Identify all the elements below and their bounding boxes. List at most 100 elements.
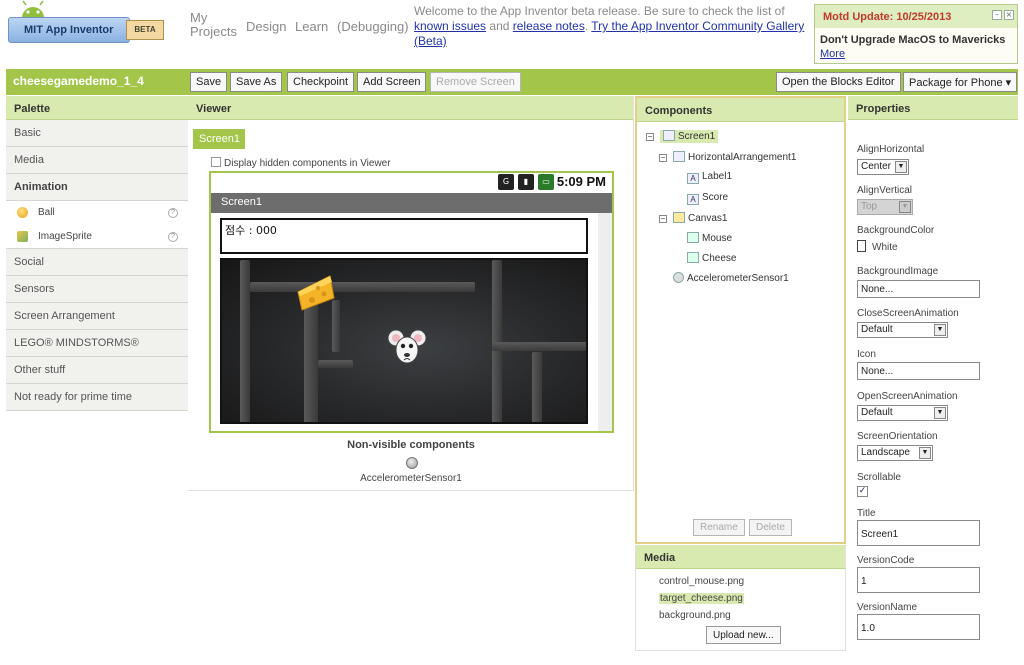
- tree-node-score[interactable]: A Score: [687, 192, 728, 205]
- background-image-label: BackgroundImage: [857, 266, 939, 277]
- battery-icon: ▭: [538, 174, 554, 190]
- scrollable-checkbox[interactable]: ✓: [857, 486, 868, 497]
- align-vertical-select[interactable]: Top ▼: [857, 199, 913, 215]
- collapse-icon[interactable]: −: [646, 133, 654, 141]
- palette-category-media[interactable]: Media: [6, 147, 188, 174]
- palette-category-sensors[interactable]: Sensors: [6, 276, 188, 303]
- motd-controls: – ×: [990, 7, 1014, 20]
- remove-screen-button[interactable]: Remove Screen: [430, 72, 521, 92]
- palette-category-basic[interactable]: Basic: [6, 120, 188, 147]
- media-title: Media: [636, 545, 845, 569]
- color-swatch[interactable]: [857, 240, 866, 252]
- phone-scrollbar: [598, 213, 612, 431]
- rename-button[interactable]: Rename: [693, 519, 745, 536]
- tree-node-horizontal-arrangement[interactable]: − HorizontalArrangement1: [659, 151, 796, 163]
- open-blocks-editor-button[interactable]: Open the Blocks Editor: [776, 72, 901, 92]
- palette-category-animation[interactable]: Animation: [6, 174, 188, 201]
- add-screen-button[interactable]: Add Screen: [357, 72, 427, 92]
- checkbox-icon[interactable]: [211, 157, 221, 167]
- close-animation-select[interactable]: Default ▼: [857, 322, 948, 338]
- icon-label: Icon: [857, 349, 876, 360]
- help-icon[interactable]: ?: [168, 232, 178, 242]
- app-inventor-logo[interactable]: MIT App Inventor BETA: [4, 0, 164, 50]
- save-as-button[interactable]: Save As: [230, 72, 283, 92]
- collapse-icon[interactable]: −: [659, 154, 667, 162]
- background-color-value[interactable]: White: [872, 242, 898, 253]
- palette-category-not-ready[interactable]: Not ready for prime time: [6, 384, 188, 411]
- canvas-icon: [673, 212, 685, 223]
- chevron-down-icon: ▼: [919, 447, 931, 459]
- palette-category-other[interactable]: Other stuff: [6, 357, 188, 384]
- media-file[interactable]: control_mouse.png: [659, 576, 744, 587]
- tree-node-screen1[interactable]: − Screen1: [646, 130, 719, 143]
- tree-node-canvas1[interactable]: − Canvas1: [659, 212, 727, 224]
- motd-more-link[interactable]: More: [820, 48, 845, 60]
- release-notes-link[interactable]: release notes: [513, 19, 585, 33]
- ball-icon: [17, 207, 28, 218]
- palette-panel: Palette Basic Media Animation Ball ? Ima…: [6, 96, 188, 424]
- package-for-phone-button[interactable]: Package for Phone ▾: [903, 72, 1018, 92]
- known-issues-link[interactable]: known issues: [414, 19, 486, 33]
- background-image-field[interactable]: None...: [857, 280, 980, 298]
- checkpoint-button[interactable]: Checkpoint: [287, 72, 355, 92]
- media-file[interactable]: target_cheese.png: [659, 593, 744, 604]
- phone-title-bar: Screen1: [211, 193, 612, 213]
- maze-wall: [492, 342, 586, 351]
- properties-panel: Properties AlignHorizontal Center ▼ Align…: [848, 96, 1018, 661]
- display-hidden-checkbox[interactable]: Display hidden components in Viewer: [211, 157, 391, 169]
- nonvisible-components-title: Non-visible components: [347, 439, 475, 451]
- mouse-sprite-icon[interactable]: [386, 326, 428, 368]
- media-file[interactable]: background.png: [659, 610, 731, 621]
- version-name-label: VersionName: [857, 602, 918, 613]
- tree-node-mouse[interactable]: Mouse: [687, 232, 732, 244]
- label-icon: A: [687, 173, 699, 184]
- version-code-field[interactable]: 1: [857, 567, 980, 593]
- palette-category-social[interactable]: Social: [6, 249, 188, 276]
- screen-orientation-select[interactable]: Landscape ▼: [857, 445, 933, 461]
- upload-new-button[interactable]: Upload new...: [706, 626, 781, 644]
- chevron-down-icon: ▼: [934, 407, 946, 419]
- palette-category-lego[interactable]: LEGO® MINDSTORMS®: [6, 330, 188, 357]
- palette-category-screen-arrangement[interactable]: Screen Arrangement: [6, 303, 188, 330]
- motd-title: Motd Update: 10/25/2013: [815, 5, 1017, 28]
- beta-tag: BETA: [126, 20, 164, 40]
- tree-node-cheese[interactable]: Cheese: [687, 252, 736, 264]
- title-field[interactable]: Screen1: [857, 520, 980, 546]
- status-time: 5:09 PM: [556, 174, 606, 189]
- help-icon[interactable]: ?: [168, 208, 178, 218]
- accelerometer-icon[interactable]: [406, 457, 418, 469]
- tree-node-label1[interactable]: A Label1: [687, 171, 732, 184]
- delete-button[interactable]: Delete: [749, 519, 792, 536]
- welcome-message: Welcome to the App Inventor beta release…: [414, 4, 805, 48]
- maze-wall: [318, 360, 353, 368]
- palette-item-imagesprite[interactable]: ImageSprite ?: [6, 225, 188, 249]
- screen-selector-tab[interactable]: Screen1: [193, 129, 245, 149]
- collapse-icon[interactable]: −: [659, 215, 667, 223]
- open-animation-label: OpenScreenAnimation: [857, 391, 958, 402]
- cheese-sprite-icon[interactable]: [294, 270, 338, 314]
- align-vertical-label: AlignVertical: [857, 185, 913, 196]
- open-animation-select[interactable]: Default ▼: [857, 405, 948, 421]
- icon-field[interactable]: None...: [857, 362, 980, 380]
- close-icon[interactable]: ×: [1004, 10, 1014, 20]
- align-horizontal-select[interactable]: Center ▼: [857, 159, 909, 175]
- nav-design[interactable]: Design: [246, 19, 286, 34]
- maze-wall: [240, 260, 250, 422]
- nav-learn[interactable]: Learn: [295, 19, 328, 34]
- screen-orientation-label: ScreenOrientation: [857, 431, 938, 442]
- background-color-label: BackgroundColor: [857, 225, 935, 236]
- nav-debugging[interactable]: (Debugging): [337, 19, 409, 34]
- score-label[interactable]: 점수 : 000: [220, 218, 588, 254]
- logo-text: MIT App Inventor: [8, 17, 130, 43]
- align-horizontal-label: AlignHorizontal: [857, 144, 925, 155]
- palette-item-ball[interactable]: Ball ?: [6, 201, 188, 225]
- minimize-icon[interactable]: –: [992, 10, 1002, 20]
- nav-my-projects[interactable]: My Projects: [190, 11, 237, 39]
- version-name-field[interactable]: 1.0: [857, 614, 980, 640]
- save-button[interactable]: Save: [190, 72, 228, 92]
- components-panel: Components − Screen1 − HorizontalArrangeme…: [635, 96, 846, 544]
- welcome-text: Welcome to the App Inventor beta release…: [414, 4, 785, 18]
- game-canvas[interactable]: [220, 258, 588, 424]
- scrollable-label: Scrollable: [857, 472, 901, 483]
- tree-node-accelerometer[interactable]: AccelerometerSensor1: [673, 272, 789, 284]
